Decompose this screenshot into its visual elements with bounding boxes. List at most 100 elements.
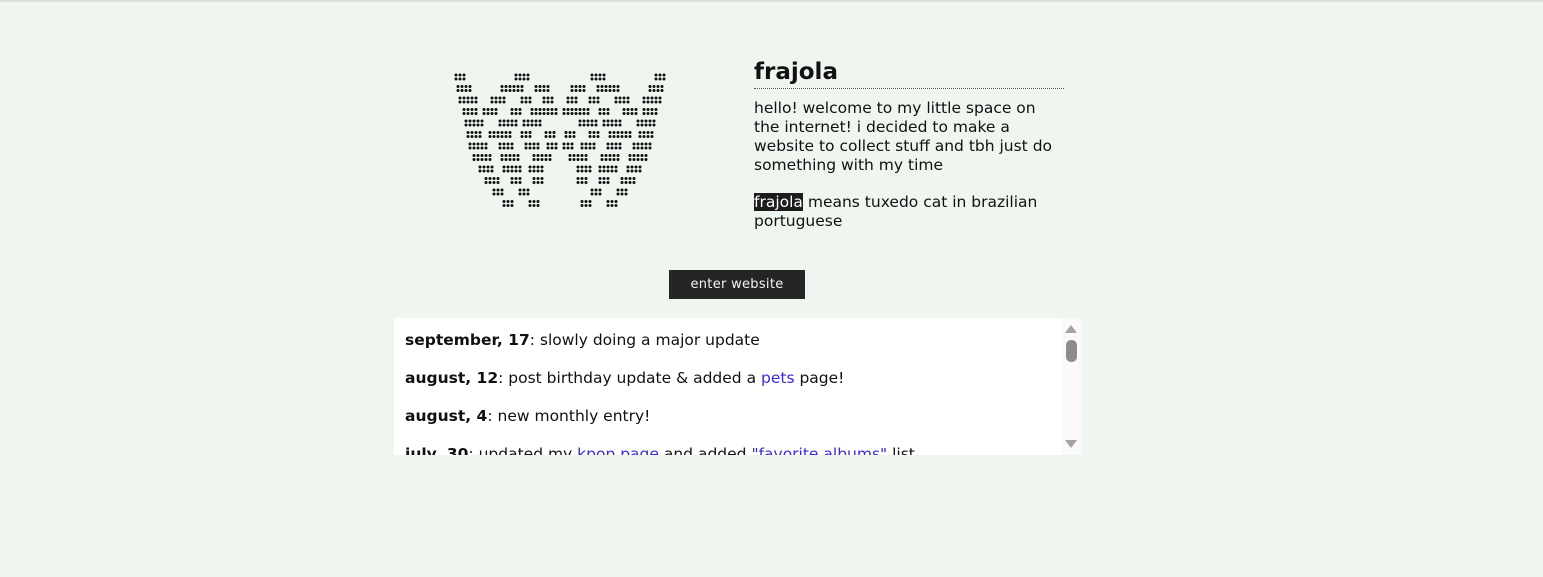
butterfly-dot	[538, 112, 542, 115]
scroll-thumb[interactable]	[1066, 340, 1077, 362]
updates-box[interactable]: september, 17: slowly doing a major upda…	[394, 318, 1081, 455]
kpop-page-link[interactable]: kpop page	[577, 445, 659, 455]
butterfly-dot	[616, 85, 620, 88]
butterfly-dot	[646, 135, 650, 138]
butterfly-dot	[594, 119, 598, 123]
butterfly-dot	[628, 135, 632, 138]
butterfly-dot	[554, 108, 558, 111]
butterfly-dot	[592, 135, 596, 138]
butterfly-dot	[608, 154, 612, 157]
butterfly-dot	[660, 85, 664, 88]
update-date: august, 4	[405, 407, 488, 425]
butterfly-dot	[484, 142, 488, 146]
butterfly-dot	[570, 112, 574, 115]
butterfly-dot	[458, 100, 462, 104]
butterfly-dot	[546, 108, 550, 111]
butterfly-dot	[644, 123, 648, 127]
pets-link[interactable]: pets	[761, 369, 795, 387]
butterfly-dot	[514, 119, 518, 123]
butterfly-dot	[588, 200, 592, 203]
butterfly-dot	[596, 85, 600, 88]
butterfly-dot	[630, 165, 634, 169]
butterfly-dot	[500, 158, 504, 161]
butterfly-dot	[650, 100, 654, 104]
butterfly-dot	[530, 119, 534, 123]
butterfly-dot	[518, 112, 522, 115]
butterfly-dot	[528, 135, 532, 138]
butterfly-dot	[540, 165, 544, 169]
butterfly-dot	[478, 165, 482, 169]
butterfly-dot	[590, 77, 594, 81]
butterfly-dot	[488, 158, 492, 161]
butterfly-dot	[654, 100, 658, 104]
butterfly-dot	[580, 169, 584, 173]
butterfly-dot	[654, 77, 658, 81]
butterfly-dot	[506, 204, 510, 207]
butterfly-dot	[608, 131, 612, 134]
butterfly-dot	[518, 169, 522, 173]
butterfly-dot	[514, 181, 518, 184]
butterfly-dot	[504, 89, 508, 92]
butterfly-dot	[590, 123, 594, 127]
butterfly-dot	[626, 100, 630, 104]
butterfly-dot	[650, 96, 654, 100]
updates-scrollbar[interactable]	[1062, 318, 1081, 455]
update-text: post birthday update & added a	[508, 369, 761, 387]
butterfly-dot	[496, 181, 500, 184]
butterfly-dot	[570, 89, 574, 92]
butterfly-dot	[502, 204, 506, 207]
butterfly-dot	[476, 119, 480, 123]
butterfly-dot	[582, 112, 586, 115]
scroll-up-arrow-icon[interactable]	[1065, 325, 1077, 333]
enter-website-button[interactable]: enter website	[669, 270, 805, 299]
butterfly-dot	[546, 89, 550, 92]
butterfly-dot	[624, 181, 628, 184]
butterfly-dot	[530, 112, 534, 115]
butterfly-dot	[650, 108, 654, 111]
favorite-albums-link[interactable]: "favorite albums"	[751, 445, 887, 455]
butterfly-dot	[622, 112, 626, 115]
butterfly-dot	[540, 154, 544, 157]
butterfly-dot	[524, 135, 528, 138]
butterfly-dot	[532, 154, 536, 157]
butterfly-dot	[546, 142, 550, 146]
butterfly-dot	[466, 108, 470, 111]
butterfly-dot	[634, 108, 638, 111]
butterfly-dot	[486, 108, 490, 111]
butterfly-dot	[490, 169, 494, 173]
butterfly-dot	[598, 177, 602, 180]
butterfly-dot	[458, 77, 462, 81]
butterfly-dot	[566, 96, 570, 100]
butterfly-dot	[494, 112, 498, 115]
butterfly-dot	[516, 154, 520, 157]
scroll-down-arrow-icon[interactable]	[1065, 440, 1077, 448]
butterfly-dot	[632, 142, 636, 146]
butterfly-dot	[464, 119, 468, 123]
highlighted-word: frajola	[754, 193, 803, 211]
butterfly-dot	[508, 85, 512, 88]
top-border	[0, 0, 1543, 2]
butterfly-dot	[562, 112, 566, 115]
butterfly-dot	[514, 165, 518, 169]
butterfly-dot	[498, 146, 502, 150]
butterfly-dot	[622, 96, 626, 100]
butterfly-dot	[464, 89, 468, 92]
butterfly-dot	[536, 181, 540, 184]
butterfly-dot	[478, 131, 482, 134]
butterfly-dot	[510, 108, 514, 111]
butterfly-dot	[602, 165, 606, 169]
butterfly-dot	[518, 77, 522, 81]
butterfly-dot	[514, 108, 518, 111]
butterfly-dot	[532, 146, 536, 150]
butterfly-dot	[468, 119, 472, 123]
butterfly-dot	[542, 100, 546, 104]
butterfly-dot	[570, 108, 574, 111]
butterfly-dot	[550, 100, 554, 104]
butterfly-dot	[604, 154, 608, 157]
butterfly-dot	[508, 135, 512, 138]
butterfly-dot	[476, 154, 480, 157]
butterfly-dot	[494, 108, 498, 111]
butterfly-dot	[470, 108, 474, 111]
butterfly-dot	[622, 100, 626, 104]
butterfly-dot	[524, 131, 528, 134]
